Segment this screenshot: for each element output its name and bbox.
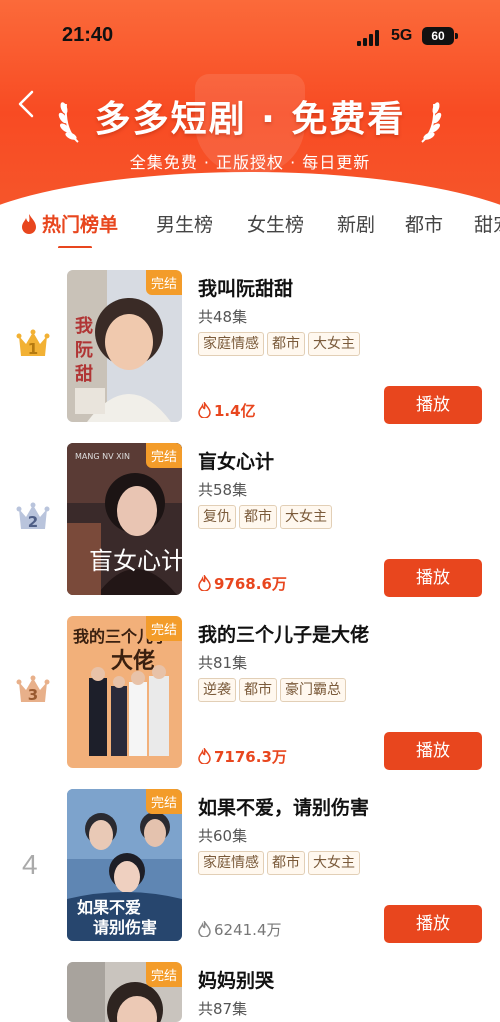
cover-image[interactable]: 完结 (67, 962, 182, 1022)
drama-title[interactable]: 盲女心计 (198, 447, 274, 474)
play-button[interactable]: 播放 (384, 732, 482, 770)
svg-text:甜: 甜 (75, 363, 93, 385)
view-count: 7176.3万 (198, 746, 287, 767)
tag: 大女主 (308, 332, 360, 356)
view-count-value: 6241.4万 (214, 921, 282, 939)
drama-title[interactable]: 如果不爱，请别伤害 (198, 793, 369, 820)
view-count-value: 1.4亿 (214, 402, 256, 420)
svg-text:如果不爱: 如果不爱 (77, 898, 141, 917)
tag: 大女主 (308, 851, 360, 875)
cover-image[interactable]: 如果不爱 请别伤害 完结 (67, 789, 182, 941)
tag: 家庭情感 (198, 851, 264, 875)
status-badge: 完结 (145, 443, 182, 468)
rank-number: 2 (27, 513, 39, 531)
tag: 都市 (267, 332, 305, 356)
tag: 都市 (239, 678, 277, 702)
svg-text:请别伤害: 请别伤害 (93, 918, 157, 937)
tag: 豪门霸总 (280, 678, 346, 702)
drama-title[interactable]: 妈妈别哭 (198, 966, 274, 993)
play-button[interactable]: 播放 (384, 386, 482, 424)
tag: 都市 (267, 851, 305, 875)
flame-icon (198, 921, 211, 937)
episode-count: 共81集 (198, 654, 248, 672)
tag-list: 逆袭 都市 豪门霸总 (198, 678, 349, 702)
view-count-value: 9768.6万 (214, 575, 287, 593)
episode-count: 共58集 (198, 481, 248, 499)
svg-text:MANG NV XIN: MANG NV XIN (75, 452, 130, 461)
tag: 都市 (239, 505, 277, 529)
tag: 家庭情感 (198, 332, 264, 356)
drama-title[interactable]: 我叫阮甜甜 (198, 274, 293, 301)
drama-list: 1 我 阮 甜 完结 我叫阮甜甜 共48集 家庭情感 都市 大女主 1.4亿 播放 (0, 0, 500, 1022)
episode-count: 共60集 (198, 827, 248, 845)
play-button[interactable]: 播放 (384, 559, 482, 597)
cover-image[interactable]: MANG NV XIN 盲女心计 完结 (67, 443, 182, 595)
cover-image[interactable]: 我 阮 甜 完结 (67, 270, 182, 422)
tag: 大女主 (280, 505, 332, 529)
drama-title[interactable]: 我的三个儿子是大佬 (198, 620, 369, 647)
tag-list: 家庭情感 都市 大女主 (198, 851, 363, 875)
list-item[interactable]: 3 我的三个儿子 大佬 完结 我的三个儿子是大佬 共81集 逆袭 都市 豪门霸总 7… (0, 616, 500, 786)
rank-number: 1 (27, 340, 39, 358)
list-item[interactable]: 完结 妈妈别哭 共87集 (0, 962, 500, 1022)
view-count: 1.4亿 (198, 400, 256, 421)
rank-number: 4 (22, 849, 38, 880)
svg-text:阮: 阮 (75, 340, 93, 361)
tag-list: 家庭情感 都市 大女主 (198, 332, 363, 356)
episode-count: 共87集 (198, 1000, 248, 1018)
view-count-value: 7176.3万 (214, 748, 287, 766)
cover-image[interactable]: 我的三个儿子 大佬 完结 (67, 616, 182, 768)
episode-count: 共48集 (198, 308, 248, 326)
play-button[interactable]: 播放 (384, 905, 482, 943)
status-badge: 完结 (145, 962, 182, 987)
svg-text:盲女心计: 盲女心计 (89, 547, 182, 575)
flame-icon (198, 402, 211, 418)
flame-icon (198, 575, 211, 591)
list-item[interactable]: 4 如果不爱 请别伤害 完结 如果不爱，请别伤害 共60集 家庭情感 都市 大女主 … (0, 789, 500, 959)
tag-list: 复仇 都市 大女主 (198, 505, 335, 529)
status-badge: 完结 (145, 789, 182, 814)
status-badge: 完结 (145, 270, 182, 295)
tag: 复仇 (198, 505, 236, 529)
list-item[interactable]: 1 我 阮 甜 完结 我叫阮甜甜 共48集 家庭情感 都市 大女主 1.4亿 播放 (0, 270, 500, 440)
svg-text:我: 我 (75, 316, 93, 337)
svg-text:大佬: 大佬 (111, 648, 155, 674)
flame-icon (198, 748, 211, 764)
rank-number: 3 (27, 686, 39, 704)
status-badge: 完结 (145, 616, 182, 641)
view-count: 6241.4万 (198, 919, 282, 940)
list-item[interactable]: 2 MANG NV XIN 盲女心计 完结 盲女心计 共58集 复仇 都市 大女主 … (0, 443, 500, 613)
tag: 逆袭 (198, 678, 236, 702)
view-count: 9768.6万 (198, 573, 287, 594)
